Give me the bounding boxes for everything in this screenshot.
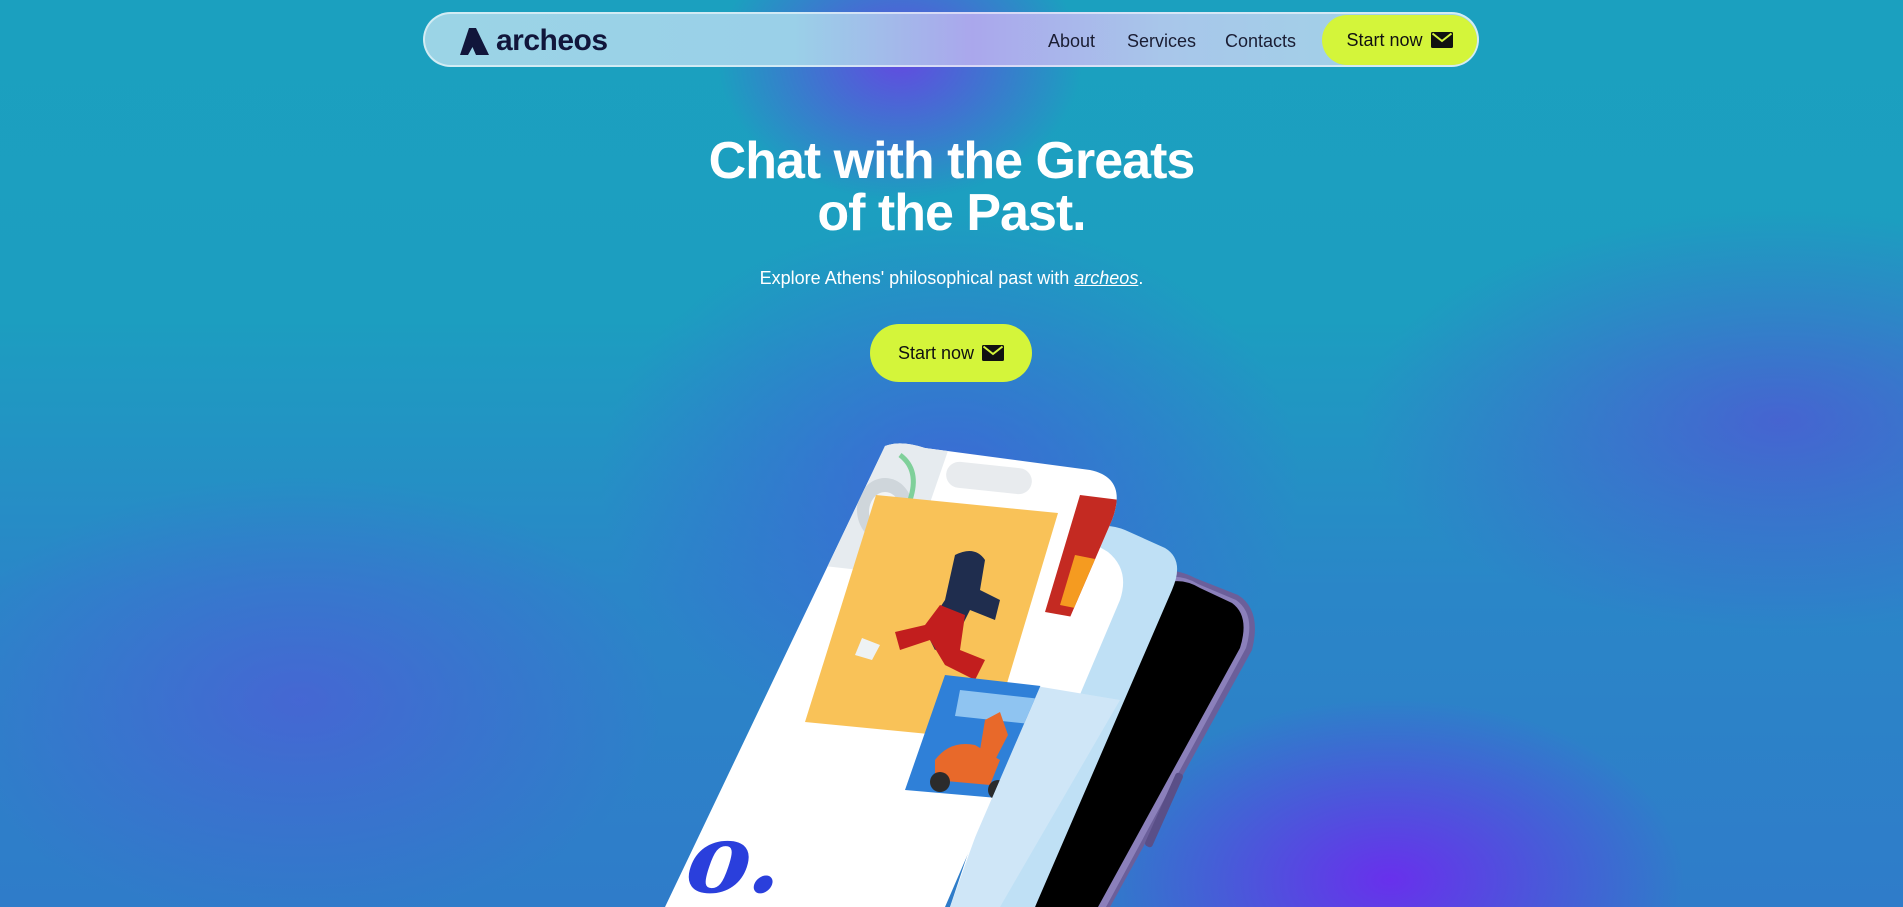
nav-link-about[interactable]: About	[1048, 31, 1095, 52]
hero-title-line-1: Chat with the Greats	[708, 132, 1196, 190]
hero-subtitle-prefix: Explore Athens' philosophical past with	[759, 268, 1075, 288]
phone-frame	[1020, 570, 1255, 907]
middle-screen-layer	[955, 526, 1178, 907]
orange-photo-tile	[1045, 495, 1117, 620]
hero-start-now-button[interactable]: Start now	[870, 324, 1032, 382]
mail-icon	[1430, 32, 1453, 48]
scooter-photo-tile	[905, 675, 1058, 800]
headphones-tile	[815, 443, 950, 575]
hero-title: Chat with the Greats of the Past.	[0, 135, 1903, 239]
hero-subtitle: Explore Athens' philosophical past with …	[0, 268, 1903, 289]
nav-start-now-label: Start now	[1346, 29, 1423, 50]
logo[interactable]: archeos	[459, 26, 608, 56]
hero-subtitle-suffix: .	[1138, 268, 1144, 288]
archeos-logo-icon	[460, 27, 489, 55]
hero-subtitle-brand-link[interactable]: archeos	[1074, 268, 1138, 288]
nav-start-now-button[interactable]: Start now	[1322, 15, 1477, 65]
top-nav-bar: archeos About Services Contacts Start no…	[423, 12, 1479, 67]
hero-start-now-label: Start now	[897, 342, 975, 363]
phone-screen-black	[1035, 581, 1244, 907]
runner-photo-tile	[805, 495, 1058, 740]
mail-icon	[982, 345, 1005, 361]
nav-link-contacts[interactable]: Contacts	[1225, 31, 1296, 52]
logo-text: archeos	[496, 24, 608, 57]
nav-link-services[interactable]: Services	[1127, 31, 1196, 52]
hero-title-line-2: of the Past.	[817, 184, 1086, 242]
phone-notch	[946, 461, 1032, 495]
phone-screen-logo: co.	[621, 801, 791, 907]
phone-side-button	[1145, 772, 1183, 848]
